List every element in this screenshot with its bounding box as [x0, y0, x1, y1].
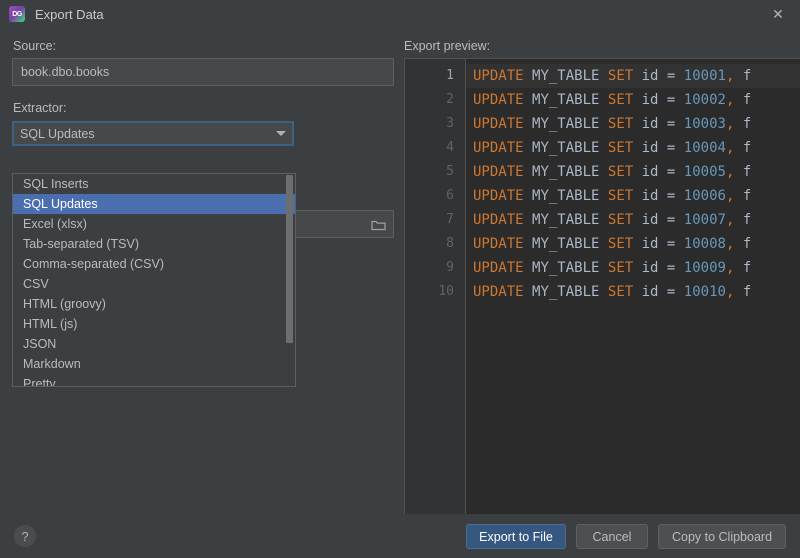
- code-area[interactable]: UPDATE MY_TABLE SET id = 10001, f UPDATE …: [465, 59, 800, 537]
- code-line: UPDATE MY_TABLE SET id = 10010, f: [473, 284, 752, 300]
- line-number: 1: [446, 68, 454, 83]
- export-to-file-button[interactable]: Export to File: [466, 524, 566, 549]
- app-icon-text: DG: [12, 10, 22, 18]
- code-line: UPDATE MY_TABLE SET id = 10001, f: [466, 64, 800, 88]
- dropdown-option[interactable]: Excel (xlsx): [13, 214, 295, 234]
- dropdown-option[interactable]: CSV: [13, 274, 295, 294]
- source-input[interactable]: book.dbo.books: [12, 58, 394, 86]
- dropdown-option[interactable]: SQL Inserts: [13, 174, 295, 194]
- export-preview-editor[interactable]: 1 2 3 4 5 6 7 8 9 10 UPDATE MY_TABLE SET id = 100…: [404, 58, 800, 538]
- dropdown-option[interactable]: Tab-separated (TSV): [13, 234, 295, 254]
- extractor-label: Extractor:: [13, 101, 67, 115]
- extractor-combobox[interactable]: SQL Updates: [12, 121, 294, 146]
- dialog-button-bar: ? Export to File Cancel Copy to Clipboar…: [0, 514, 800, 558]
- line-number: 7: [446, 212, 454, 227]
- export-data-dialog: DG Export Data ✕ Source: book.dbo.books …: [0, 0, 800, 558]
- dropdown-option[interactable]: HTML (js): [13, 314, 295, 334]
- datagrip-icon: DG: [9, 6, 25, 22]
- line-number: 3: [446, 116, 454, 131]
- title-bar: DG Export Data ✕: [0, 0, 800, 28]
- window-title: Export Data: [35, 6, 104, 22]
- dropdown-option-list: SQL Inserts SQL Updates Excel (xlsx) Tab-se…: [13, 174, 295, 386]
- line-number: 5: [446, 164, 454, 179]
- dropdown-scrollbar-thumb[interactable]: [286, 175, 293, 343]
- close-icon[interactable]: ✕: [756, 0, 800, 28]
- source-label: Source:: [13, 39, 57, 53]
- code-line: UPDATE MY_TABLE SET id = 10003, f: [473, 116, 752, 132]
- dropdown-option[interactable]: SQL Updates: [13, 194, 295, 214]
- code-line: UPDATE MY_TABLE SET id = 10008, f: [473, 236, 752, 252]
- extractor-dropdown-popup[interactable]: SQL Inserts SQL Updates Excel (xlsx) Tab-se…: [12, 173, 296, 387]
- dropdown-option[interactable]: Comma-separated (CSV): [13, 254, 295, 274]
- line-number: 2: [446, 92, 454, 107]
- dropdown-option[interactable]: Pretty: [13, 374, 295, 386]
- code-line: UPDATE MY_TABLE SET id = 10007, f: [473, 212, 752, 228]
- line-number: 4: [446, 140, 454, 155]
- code-line: UPDATE MY_TABLE SET id = 10009, f: [473, 260, 752, 276]
- help-button[interactable]: ?: [14, 525, 36, 547]
- line-number-gutter: 1 2 3 4 5 6 7 8 9 10: [405, 59, 465, 537]
- code-line: UPDATE MY_TABLE SET id = 10002, f: [473, 92, 752, 108]
- dropdown-option[interactable]: Markdown: [13, 354, 295, 374]
- folder-icon[interactable]: [364, 212, 392, 238]
- dropdown-option[interactable]: HTML (groovy): [13, 294, 295, 314]
- source-value: book.dbo.books: [21, 65, 110, 79]
- left-pane: Source: book.dbo.books Extractor: SQL Up…: [0, 28, 400, 514]
- export-preview-label: Export preview:: [404, 39, 491, 53]
- line-number: 9: [446, 260, 454, 275]
- line-number: 8: [446, 236, 454, 251]
- extractor-selected-value: SQL Updates: [20, 126, 95, 141]
- line-number: 6: [446, 188, 454, 203]
- line-number: 10: [438, 284, 454, 299]
- dropdown-scrollbar[interactable]: [285, 175, 294, 386]
- dropdown-option[interactable]: JSON: [13, 334, 295, 354]
- chevron-down-icon[interactable]: [270, 123, 292, 144]
- right-pane: Export preview: 1 2 3 4 5 6 7 8 9 10 UPDATE MY_TA…: [400, 28, 800, 538]
- code-line: UPDATE MY_TABLE SET id = 10006, f: [473, 188, 752, 204]
- copy-to-clipboard-button[interactable]: Copy to Clipboard: [658, 524, 786, 549]
- code-line: UPDATE MY_TABLE SET id = 10004, f: [473, 140, 752, 156]
- cancel-button[interactable]: Cancel: [576, 524, 648, 549]
- code-line: UPDATE MY_TABLE SET id = 10005, f: [473, 164, 752, 180]
